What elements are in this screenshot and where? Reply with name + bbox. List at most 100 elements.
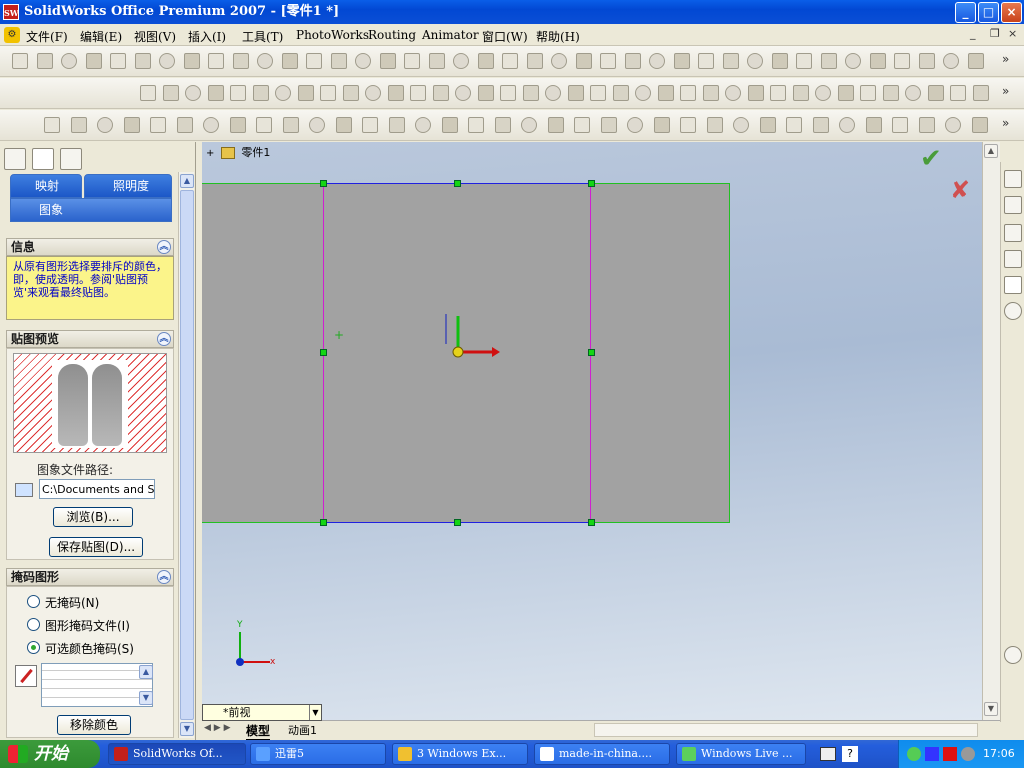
toolbar-button-icon[interactable] (702, 85, 719, 101)
panel-scrollbar[interactable]: ▲ ▼ (178, 172, 194, 738)
preview-section-header[interactable]: 贴图预览 ︽ (6, 330, 174, 348)
toolbar-button-icon[interactable] (123, 117, 140, 133)
toolbar-button-icon[interactable] (494, 117, 511, 133)
configuration-manager-tab-icon[interactable] (60, 148, 82, 170)
toolbar-button-icon[interactable] (455, 85, 471, 101)
toolbar-button-icon[interactable] (134, 53, 151, 69)
list-scroll-up-icon[interactable]: ▲ (139, 665, 153, 679)
toolbar-button-icon[interactable] (365, 85, 381, 101)
toolbar-button-icon[interactable] (600, 53, 616, 69)
toolbar-button-icon[interactable] (36, 53, 53, 69)
taskbar-item-solidworks[interactable]: SolidWorks Of... (108, 743, 246, 765)
view-dropdown-icon[interactable]: ▼ (309, 705, 321, 720)
scroll-down-icon[interactable]: ▼ (984, 702, 998, 716)
toolbar-button-icon[interactable] (110, 53, 126, 69)
toolbar-button-icon[interactable] (229, 117, 246, 133)
toolbar-overflow-icon[interactable]: » (1002, 116, 1009, 130)
help-icon[interactable]: ? (842, 746, 858, 762)
toolbar-button-icon[interactable] (309, 117, 325, 133)
ok-icon[interactable]: ✔ (920, 144, 942, 174)
toolbar-button-icon[interactable] (673, 53, 690, 69)
image-path-input[interactable] (39, 479, 155, 499)
clock[interactable]: 17:06 (983, 740, 1015, 768)
menu-routing[interactable]: Routing (368, 28, 416, 42)
toolbar-button-icon[interactable] (297, 85, 314, 101)
taskbar-item-windows-live[interactable]: Windows Live ... (676, 743, 806, 765)
resize-handle[interactable] (588, 349, 595, 356)
toolbar-button-icon[interactable] (183, 53, 200, 69)
toolbar-button-icon[interactable] (845, 53, 861, 69)
toolbar-button-icon[interactable] (203, 117, 219, 133)
toolbar-button-icon[interactable] (502, 53, 518, 69)
collapse-icon[interactable]: ︽ (157, 570, 171, 584)
menu-tools[interactable]: 工具(T) (242, 28, 283, 45)
menu-edit[interactable]: 编辑(E) (80, 28, 122, 45)
toolbar-button-icon[interactable] (918, 53, 935, 69)
collapse-icon[interactable]: ︽ (157, 332, 171, 346)
toolbar-button-icon[interactable] (657, 85, 674, 101)
scroll-up-icon[interactable]: ▲ (180, 174, 194, 188)
resize-handle[interactable] (320, 349, 327, 356)
scroll-thumb[interactable] (180, 190, 194, 720)
toolbar-button-icon[interactable] (208, 53, 224, 69)
collapse-pane-icon[interactable] (1004, 646, 1022, 664)
feature-tree-flyout[interactable]: + 零件1 (206, 144, 270, 160)
toolbar-button-icon[interactable] (150, 117, 166, 133)
toolbar-button-icon[interactable] (387, 85, 404, 101)
toolbar-button-icon[interactable] (567, 85, 584, 101)
toolbar-button-icon[interactable] (441, 117, 458, 133)
toolbar-button-icon[interactable] (972, 85, 989, 101)
toolbar-button-icon[interactable] (362, 117, 378, 133)
maximize-button[interactable]: □ (978, 2, 999, 23)
menu-insert[interactable]: 插入(I) (188, 28, 226, 45)
toolbar-button-icon[interactable] (547, 117, 564, 133)
toolbar-button-icon[interactable] (282, 117, 299, 133)
menu-help[interactable]: 帮助(H) (536, 28, 580, 45)
toolbar-button-icon[interactable] (404, 53, 420, 69)
taskbar-item-thunder[interactable]: 迅雷5 (250, 743, 386, 765)
feature-manager-tab-icon[interactable] (4, 148, 26, 170)
radio-mask-file[interactable] (27, 618, 40, 631)
info-section-header[interactable]: 信息 ︽ (6, 238, 174, 256)
toolbar-button-icon[interactable] (453, 53, 469, 69)
toolbar-button-icon[interactable] (860, 85, 876, 101)
toolbar-button-icon[interactable] (722, 53, 739, 69)
toolbar-button-icon[interactable] (12, 53, 28, 69)
radio-no-mask[interactable] (27, 595, 40, 608)
toolbar-button-icon[interactable] (500, 85, 516, 101)
antivirus-icon[interactable] (943, 747, 957, 761)
toolbar-button-icon[interactable] (162, 85, 179, 101)
tab-mapping[interactable]: 映射 (10, 174, 82, 198)
resize-handle[interactable] (320, 519, 327, 526)
toolbar-button-icon[interactable] (820, 53, 837, 69)
network-icon[interactable] (907, 747, 921, 761)
toolbar-button-icon[interactable] (70, 117, 87, 133)
toolbar-button-icon[interactable] (477, 85, 494, 101)
toolbar-button-icon[interactable] (335, 117, 352, 133)
toolbar-button-icon[interactable] (815, 85, 831, 101)
toolbar-button-icon[interactable] (355, 53, 371, 69)
mask-color-list[interactable] (41, 663, 153, 707)
toolbar-button-icon[interactable] (680, 85, 696, 101)
collapse-icon[interactable]: ︽ (157, 240, 171, 254)
toolbar-button-icon[interactable] (600, 117, 617, 133)
doc-close-button[interactable]: × (1008, 27, 1017, 40)
toolbar-button-icon[interactable] (428, 53, 445, 69)
toolbar-button-icon[interactable] (649, 53, 665, 69)
toolbar-button-icon[interactable] (551, 53, 567, 69)
toolbar-button-icon[interactable] (725, 85, 741, 101)
toolbar-button-icon[interactable] (275, 85, 291, 101)
remove-color-button[interactable]: 移除颜色 (57, 715, 131, 735)
toolbar-button-icon[interactable] (971, 117, 988, 133)
volume-icon[interactable] (961, 747, 975, 761)
toolbar-button-icon[interactable] (796, 53, 812, 69)
scroll-down-icon[interactable]: ▼ (180, 722, 194, 736)
decal-triad[interactable] (438, 308, 508, 368)
close-button[interactable]: × (1001, 2, 1022, 23)
toolbar-button-icon[interactable] (653, 117, 670, 133)
toolbar-button-icon[interactable] (330, 53, 347, 69)
home-icon[interactable] (1004, 170, 1022, 188)
toolbar-button-icon[interactable] (61, 53, 77, 69)
mask-section-header[interactable]: 掩码图形 ︽ (6, 568, 174, 586)
resize-handle[interactable] (454, 519, 461, 526)
